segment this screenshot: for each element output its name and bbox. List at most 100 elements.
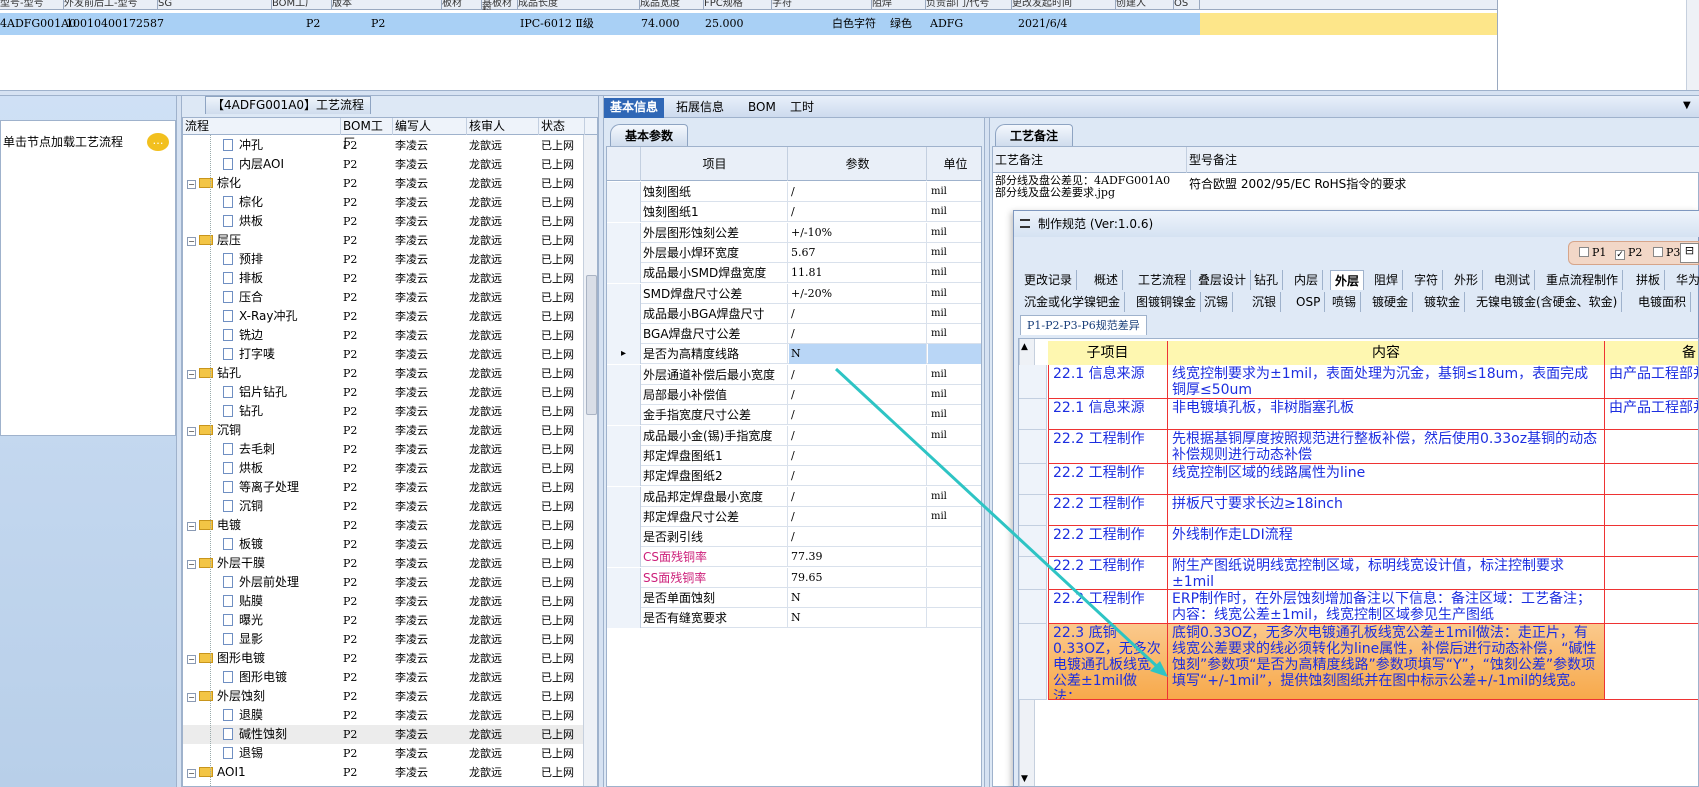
tree-scrollbar[interactable] bbox=[583, 135, 597, 786]
spec-tab[interactable]: 镀软金 bbox=[1420, 292, 1466, 312]
tab-extended-info[interactable]: 拓展信息 bbox=[670, 98, 730, 118]
param-value[interactable]: / bbox=[789, 324, 927, 345]
spec-tab[interactable]: 无镍电镀金(含硬金、软金) bbox=[1472, 292, 1623, 312]
grid-header-cell[interactable]: SG bbox=[158, 0, 272, 10]
row-indicator[interactable] bbox=[607, 303, 641, 324]
tree-node[interactable]: − AOI1 P2 李凌云 龙歆远 已上网 bbox=[183, 763, 583, 782]
tree-node[interactable]: 曝光 P2 李凌云 龙歆远 已上网 bbox=[183, 611, 583, 630]
chat-bubble-icon[interactable]: … bbox=[147, 133, 169, 151]
remarks-col-process[interactable]: 工艺备注 bbox=[993, 147, 1187, 173]
tree-node[interactable]: − 层压 P2 李凌云 龙歆远 已上网 bbox=[183, 231, 583, 250]
param-value[interactable]: N bbox=[789, 588, 927, 608]
param-value[interactable]: N bbox=[789, 344, 927, 365]
tree-node[interactable]: 烘板 P2 李凌云 龙歆远 已上网 bbox=[183, 459, 583, 478]
grid-header-cell[interactable]: 字符 bbox=[772, 0, 872, 10]
tree-node[interactable]: X-Ray冲孔 P2 李凌云 龙歆远 已上网 bbox=[183, 307, 583, 326]
cell-standard[interactable]: IPC-6012 Ⅱ级 bbox=[520, 13, 594, 35]
tree-node[interactable]: 冲孔 P2 李凌云 龙歆远 已上网 bbox=[183, 136, 583, 155]
params-col-value[interactable]: 参数 bbox=[789, 147, 927, 181]
param-value[interactable]: / bbox=[789, 506, 927, 527]
row-indicator[interactable] bbox=[607, 202, 641, 223]
grid-header-cell[interactable]: 创建人 bbox=[1116, 0, 1174, 10]
param-row[interactable]: 外层图形蚀刻公差 +/-10% mil bbox=[607, 222, 981, 243]
collapse-icon[interactable]: − bbox=[187, 655, 196, 664]
cell-char-color[interactable]: 白色字符 bbox=[832, 13, 876, 35]
cell-dept[interactable]: ADFG bbox=[930, 13, 963, 35]
row-indicator[interactable] bbox=[607, 466, 641, 487]
tab-basic-info[interactable]: 基本信息 bbox=[604, 98, 665, 118]
param-row[interactable]: SS面残铜率 79.65 bbox=[607, 567, 981, 588]
param-row[interactable]: 成品最小BGA焊盘尺寸 / mil bbox=[607, 303, 981, 324]
grid-header-cell[interactable]: FPC规格 bbox=[704, 0, 772, 10]
collapse-icon[interactable]: − bbox=[187, 180, 196, 189]
spec-tab[interactable]: 叠层设计 bbox=[1194, 270, 1252, 290]
param-value[interactable]: / bbox=[789, 303, 927, 324]
spec-row[interactable]: 22.2 工程制作 ERP制作时，在外层蚀刻增加备注以下信息：备注区域：工艺备注；… bbox=[1048, 590, 1698, 624]
param-row[interactable]: 蚀刻图纸1/ mil bbox=[607, 202, 981, 223]
spec-col-content[interactable]: 内容 bbox=[1168, 341, 1605, 365]
param-row[interactable]: 外层最小焊环宽度 5.67 mil bbox=[607, 242, 981, 263]
tree-node[interactable]: 钻孔 P2 李凌云 龙歆远 已上网 bbox=[183, 402, 583, 421]
tree-node[interactable]: 预排 P2 李凌云 龙歆远 已上网 bbox=[183, 250, 583, 269]
left-hint-box[interactable]: 单击节点加载工艺流程 … bbox=[0, 120, 176, 436]
tab-diff[interactable]: P1-P2-P3-P6规范差异 bbox=[1020, 315, 1147, 335]
tree-node[interactable]: 退锡 P2 李凌云 龙歆远 已上网 bbox=[183, 744, 583, 763]
param-value[interactable]: 11.81 bbox=[789, 263, 927, 284]
row-indicator[interactable] bbox=[607, 608, 641, 629]
spec-tab[interactable]: 拼板 bbox=[1632, 270, 1666, 290]
tree-node[interactable]: − 外层干膜 P2 李凌云 龙歆远 已上网 bbox=[183, 554, 583, 573]
param-value[interactable]: / bbox=[789, 364, 927, 385]
cell-width[interactable]: 25.000 bbox=[705, 13, 744, 35]
param-row[interactable]: 外层通道补偿后最小宽度 / mil bbox=[607, 364, 981, 385]
param-row[interactable]: CS面残铜率 77.39 bbox=[607, 547, 981, 568]
spec-tab[interactable]: 工艺流程 bbox=[1134, 270, 1192, 290]
dropdown-arrow-icon[interactable]: ▼ bbox=[1683, 100, 1691, 111]
param-row[interactable]: ▸ 是否为高精度线路 N bbox=[607, 344, 981, 365]
row-indicator[interactable] bbox=[607, 506, 641, 527]
grid-header-cell[interactable]: 外发前后工-型号 bbox=[64, 0, 158, 10]
row-indicator[interactable] bbox=[607, 242, 641, 263]
collapse-icon[interactable]: − bbox=[187, 522, 196, 531]
param-value[interactable]: +/-20% bbox=[789, 283, 927, 304]
spec-tab[interactable]: 沉金或化学镍钯金 bbox=[1020, 292, 1126, 312]
param-value[interactable]: / bbox=[789, 466, 927, 487]
spec-tab[interactable]: 电测试 bbox=[1490, 270, 1536, 290]
grid-header-cell[interactable]: 成品长度 bbox=[518, 0, 640, 10]
tree-node[interactable]: 退膜 P2 李凌云 龙歆远 已上网 bbox=[183, 706, 583, 725]
cell-date[interactable]: 2021/6/4 bbox=[1018, 13, 1067, 35]
param-value[interactable]: / bbox=[789, 425, 927, 446]
param-value[interactable]: / bbox=[789, 385, 927, 405]
grid-header-cell[interactable]: 基板材料 bbox=[482, 0, 518, 10]
spec-row-selector[interactable] bbox=[1019, 526, 1047, 557]
cell-code[interactable]: 10010400172587 bbox=[66, 13, 164, 35]
spec-row[interactable]: 22.2 工程制作 附生产图纸说明线宽控制区域，标明线宽设计值，标注控制要求±1m… bbox=[1048, 557, 1698, 590]
tree-node[interactable]: 外层前处理 P2 李凌云 龙歆远 已上网 bbox=[183, 573, 583, 592]
grid-header-cell[interactable]: 型号-型号 bbox=[0, 0, 64, 10]
param-value[interactable]: / bbox=[789, 405, 927, 426]
tree-node[interactable]: − 钻孔 P2 李凌云 龙歆远 已上网 bbox=[183, 364, 583, 383]
checkbox-p2[interactable]: ✓ P2 bbox=[1615, 246, 1642, 260]
spec-row[interactable]: 22.2 工程制作 线宽控制区域的线路属性为line bbox=[1048, 464, 1698, 495]
param-value[interactable]: / bbox=[789, 202, 927, 223]
row-indicator[interactable] bbox=[607, 182, 641, 202]
grid-header-cell[interactable]: 阻焊 bbox=[872, 0, 926, 10]
param-value[interactable]: / bbox=[789, 527, 927, 548]
spec-row[interactable]: 22.2 工程制作 先根据基铜厚度按照规范进行整板补偿，然后使用0.33oz基铜的… bbox=[1048, 430, 1698, 464]
tree-col-author[interactable]: 编写人 bbox=[393, 118, 467, 135]
param-value[interactable]: / bbox=[789, 445, 927, 466]
tree-col-bom[interactable]: BOM工厂 bbox=[341, 118, 393, 150]
checkbox-p3[interactable]: P3 bbox=[1653, 246, 1680, 259]
cell-sg[interactable]: P2 bbox=[306, 13, 320, 35]
tree-node[interactable]: 贴膜 P2 李凌云 龙歆远 已上网 bbox=[183, 592, 583, 611]
param-row[interactable]: 邦定焊盘尺寸公差 / mil bbox=[607, 506, 981, 527]
param-row[interactable]: 邦定焊盘图纸2/ bbox=[607, 466, 981, 487]
tree-node[interactable]: 板镀 P2 李凌云 龙歆远 已上网 bbox=[183, 535, 583, 554]
spec-tab[interactable]: 重点流程制作 bbox=[1542, 270, 1624, 290]
param-value[interactable]: 79.65 bbox=[789, 567, 927, 588]
process-flow-tree[interactable]: 流程 BOM工厂 编写人 核审人 状态 冲孔 P2 李凌云 龙歆远 已上网 内层AOI P2… bbox=[182, 117, 598, 787]
row-indicator[interactable] bbox=[607, 283, 641, 304]
tree-node[interactable]: − 电镀 P2 李凌云 龙歆远 已上网 bbox=[183, 516, 583, 535]
param-row[interactable]: 蚀刻图纸 / mil bbox=[607, 182, 981, 202]
tree-col-status[interactable]: 状态 bbox=[539, 118, 585, 135]
row-indicator[interactable] bbox=[607, 222, 641, 243]
